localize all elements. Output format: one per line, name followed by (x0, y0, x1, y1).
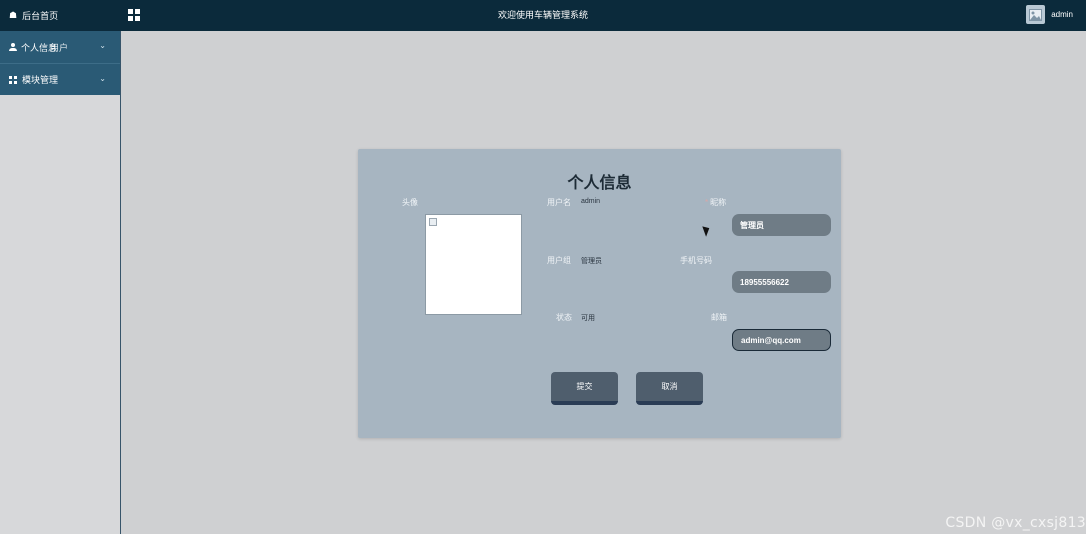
profile-panel: 个人信息 头像 用户名 admin 用户组 管理员 状态 可用 * 昵称 管理员 … (358, 149, 841, 438)
mouse-cursor-icon (702, 224, 712, 237)
cancel-button[interactable]: 取消 (636, 372, 703, 405)
submit-button[interactable]: 提交 (551, 372, 618, 405)
home-label: 后台首页 (22, 11, 59, 21)
sidebar-menu: 个人信息 用户 ⌄ 模块管理 ⌄ (0, 31, 120, 95)
avatar-upload[interactable] (425, 214, 522, 315)
page-title: 个人信息 (567, 173, 632, 192)
nickname-label-text: 昵称 (710, 198, 727, 207)
watermark: CSDN @vx_cxsj813 (945, 515, 1086, 531)
user-menu[interactable]: admin (1026, 5, 1073, 24)
broken-image-icon (429, 218, 437, 226)
required-mark: * (705, 198, 709, 207)
username-label: 用户名 (547, 198, 571, 207)
image-icon (1029, 8, 1043, 21)
phone-label: 手机号码 (680, 256, 712, 265)
avatar-label: 头像 (402, 198, 418, 207)
username: admin (1051, 10, 1073, 19)
phone-input[interactable]: 18955556622 (732, 271, 831, 293)
grid-icon (9, 75, 17, 84)
home-icon: ☗ (9, 10, 18, 20)
sidebar-item-label: 模块管理 (22, 75, 59, 85)
sidebar-item-modules[interactable]: 模块管理 ⌄ (0, 63, 120, 95)
home-link[interactable]: ☗ 后台首页 (0, 0, 121, 31)
status-value: 可用 (581, 315, 595, 322)
role-value: 管理员 (581, 258, 602, 265)
role-label: 用户组 (547, 256, 571, 265)
nickname-input[interactable]: 管理员 (732, 214, 831, 236)
app-title: 欢迎使用车辆管理系统 (497, 10, 588, 20)
email-input[interactable]: admin@qq.com (732, 329, 831, 351)
top-bar: ☗ 后台首页 欢迎使用车辆管理系统 admin (0, 0, 1086, 31)
sidebar: 个人信息 用户 ⌄ 模块管理 ⌄ (0, 31, 121, 534)
avatar (1026, 5, 1046, 24)
nickname-label: * 昵称 (705, 197, 726, 208)
chevron-down-icon: ⌄ (99, 41, 106, 50)
email-label: 邮箱 (711, 313, 727, 322)
status-label: 状态 (556, 313, 572, 322)
sidebar-item-profile[interactable]: 个人信息 用户 ⌄ (0, 31, 120, 63)
username-value: admin (581, 198, 601, 205)
user-icon (9, 43, 17, 51)
sidebar-item-overlay-label: 用户 (50, 42, 69, 53)
chevron-down-icon: ⌄ (99, 74, 106, 83)
menu-toggle-icon[interactable] (128, 9, 140, 21)
